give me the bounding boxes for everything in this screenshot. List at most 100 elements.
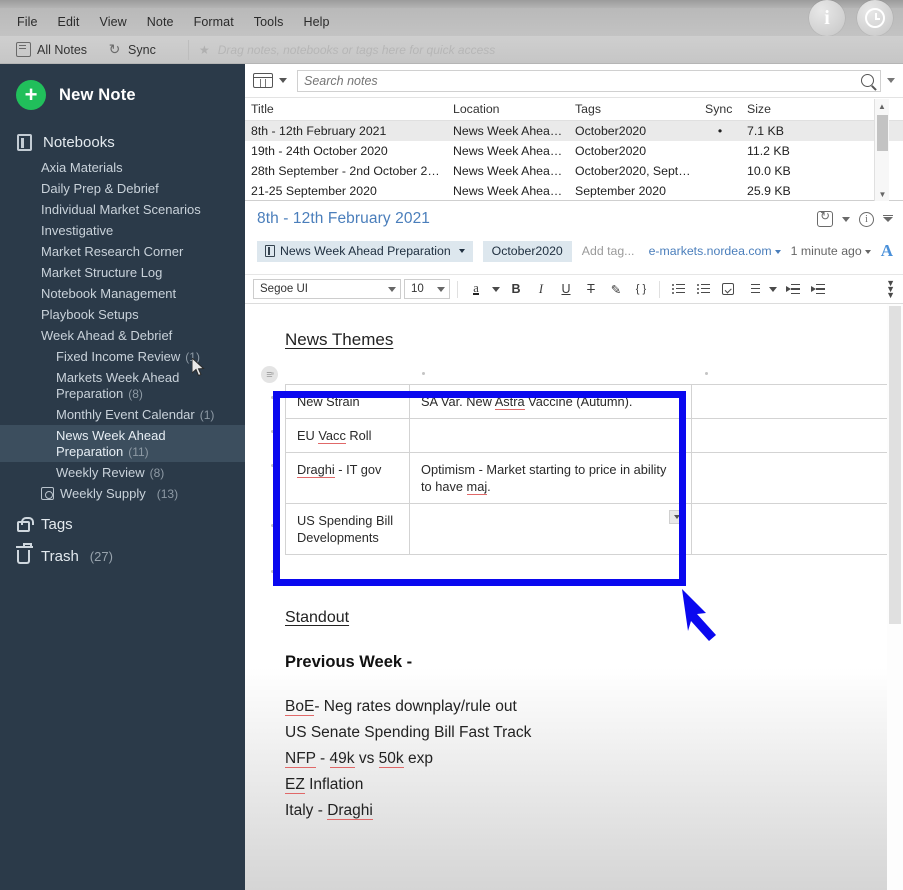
note-info-icon[interactable]: i — [859, 212, 874, 227]
search-notes-box[interactable] — [297, 70, 881, 92]
table-handle-dot[interactable] — [271, 372, 274, 375]
sidebar-section-tags[interactable]: Tags — [0, 504, 245, 539]
cell-extra[interactable] — [692, 453, 896, 504]
scroll-down-icon[interactable]: ▼ — [875, 187, 890, 201]
list-view-icon[interactable] — [253, 73, 273, 88]
sync-button[interactable]: ↻ Sync — [99, 39, 164, 60]
font-format-icon[interactable]: A — [881, 241, 893, 261]
underline-icon[interactable]: U — [555, 278, 577, 300]
scroll-up-icon[interactable]: ▲ — [875, 99, 889, 113]
table-handle-dot[interactable] — [271, 524, 274, 527]
table-handle-dot[interactable] — [705, 372, 708, 375]
scrollbar-thumb[interactable] — [877, 115, 888, 151]
sidebar-item-notebook[interactable]: Market Structure Log — [0, 262, 245, 283]
editor-scrollbar-thumb[interactable] — [889, 306, 901, 624]
quick-access-bar[interactable]: ★ Drag notes, notebooks or tags here for… — [188, 40, 888, 60]
bullet-list-icon[interactable] — [667, 278, 689, 300]
search-icon[interactable] — [861, 74, 874, 87]
code-icon[interactable]: { } — [630, 278, 652, 300]
table-row[interactable]: 8th - 12th February 2021News Week Ahead.… — [245, 121, 903, 142]
note-list-scrollbar[interactable]: ▲ ▼ — [874, 99, 889, 201]
share-chevron-icon[interactable] — [842, 217, 850, 222]
more-toolbar-icon[interactable]: ▼▼▼ — [886, 280, 895, 298]
menu-format[interactable]: Format — [185, 12, 243, 32]
font-size-select[interactable]: 10 — [404, 279, 450, 299]
chevron-down-icon[interactable] — [279, 78, 287, 83]
table-handle-dot[interactable] — [271, 570, 274, 573]
menu-tools[interactable]: Tools — [245, 12, 293, 32]
share-icon[interactable] — [817, 211, 833, 227]
sidebar-item-notebook[interactable]: Playbook Setups — [0, 304, 245, 325]
note-editor-body[interactable]: News Themes ≡ New Strain SA Var. New Ast… — [245, 304, 903, 890]
cell-extra[interactable] — [692, 419, 896, 453]
menu-file[interactable]: File — [8, 12, 47, 32]
clock-icon[interactable] — [857, 0, 893, 36]
sidebar-item-notebook[interactable]: Markets Week Ahead Preparation(8) — [0, 367, 245, 404]
sidebar-item-notebook[interactable]: Fixed Income Review(1) — [0, 346, 245, 367]
highlight-icon[interactable]: ✎ — [605, 278, 627, 300]
table-row[interactable]: 21-25 September 2020News Week Ahead...Se… — [245, 181, 903, 201]
table-handle-dot[interactable] — [271, 430, 274, 433]
editor-scrollbar[interactable] — [887, 304, 903, 890]
sidebar-item-notebook[interactable]: Individual Market Scenarios — [0, 199, 245, 220]
table-handle-dot[interactable] — [271, 396, 274, 399]
search-options-chevron-icon[interactable] — [887, 78, 895, 83]
add-tag-button[interactable]: Add tag... — [582, 244, 635, 258]
table-handle-dot[interactable] — [422, 372, 425, 375]
sidebar-item-notebook[interactable]: Investigative — [0, 220, 245, 241]
table-row[interactable]: 28th September - 2nd October 2020News We… — [245, 161, 903, 181]
cell-detail[interactable]: Optimism - Market starting to price in a… — [410, 453, 692, 504]
all-notes-button[interactable]: All Notes — [8, 39, 95, 60]
note-title[interactable]: 8th - 12th February 2021 — [257, 210, 817, 228]
outdent-icon[interactable] — [782, 278, 804, 300]
cell-theme[interactable]: US Spending Bill Developments — [286, 504, 410, 555]
new-note-button[interactable]: + New Note — [0, 64, 245, 126]
column-tags[interactable]: Tags — [569, 98, 699, 121]
cell-extra[interactable] — [692, 385, 896, 419]
align-icon[interactable] — [742, 278, 764, 300]
column-title[interactable]: Title — [245, 98, 447, 121]
cell-dropdown-icon[interactable] — [669, 510, 685, 524]
menu-help[interactable]: Help — [294, 12, 338, 32]
column-sync[interactable]: Sync — [699, 98, 741, 121]
table-row[interactable]: US Spending Bill Developments — [286, 504, 896, 555]
bold-icon[interactable]: B — [505, 278, 527, 300]
column-size[interactable]: Size — [741, 98, 811, 121]
numbered-list-icon[interactable] — [692, 278, 714, 300]
cell-theme[interactable]: New Strain — [286, 385, 410, 419]
menu-note[interactable]: Note — [138, 12, 183, 32]
cell-extra[interactable] — [692, 504, 896, 555]
news-themes-table[interactable]: New Strain SA Var. New Astra Vaccine (Au… — [285, 384, 896, 555]
table-menu-icon[interactable]: ≡ — [261, 366, 278, 383]
table-handle-dot[interactable] — [271, 464, 274, 467]
sidebar-item-notebook[interactable]: Axia Materials — [0, 157, 245, 178]
table-row[interactable]: EU Vacc Roll — [286, 419, 896, 453]
checkbox-icon[interactable] — [717, 278, 739, 300]
more-options-icon[interactable] — [883, 217, 893, 222]
menu-edit[interactable]: Edit — [49, 12, 89, 32]
sidebar-item-notebook[interactable]: Market Research Corner — [0, 241, 245, 262]
font-color-icon[interactable]: a — [465, 278, 487, 300]
table-row[interactable]: 19th - 24th October 2020News Week Ahead.… — [245, 141, 903, 161]
table-row[interactable]: New Strain SA Var. New Astra Vaccine (Au… — [286, 385, 896, 419]
sidebar-item-notebook[interactable]: Monthly Event Calendar(1) — [0, 404, 245, 425]
notebook-chip[interactable]: News Week Ahead Preparation — [257, 241, 473, 262]
cell-theme[interactable]: EU Vacc Roll — [286, 419, 410, 453]
sidebar-item-notebook[interactable]: Week Ahead & Debrief — [0, 325, 245, 346]
indent-icon[interactable] — [807, 278, 829, 300]
search-input[interactable] — [304, 74, 861, 88]
note-updated-timestamp[interactable]: 1 minute ago — [791, 244, 871, 258]
font-family-select[interactable]: Segoe UI — [253, 279, 401, 299]
italic-icon[interactable]: I — [530, 278, 552, 300]
sidebar-item-weekly-supply[interactable]: Weekly Supply (13) — [0, 483, 245, 504]
sidebar-item-notebook[interactable]: Notebook Management — [0, 283, 245, 304]
tag-chip[interactable]: October2020 — [483, 241, 572, 262]
sidebar-item-notebook[interactable]: News Week Ahead Preparation(11) — [0, 425, 245, 462]
align-chevron-icon[interactable] — [767, 278, 779, 300]
menu-view[interactable]: View — [91, 12, 136, 32]
sidebar-item-notebook[interactable]: Daily Prep & Debrief — [0, 178, 245, 199]
sidebar-item-notebook[interactable]: Weekly Review(8) — [0, 462, 245, 483]
sidebar-section-notebooks[interactable]: Notebooks — [0, 126, 245, 157]
cell-detail[interactable]: SA Var. New Astra Vaccine (Autumn). — [410, 385, 692, 419]
font-color-chevron-icon[interactable] — [490, 278, 502, 300]
